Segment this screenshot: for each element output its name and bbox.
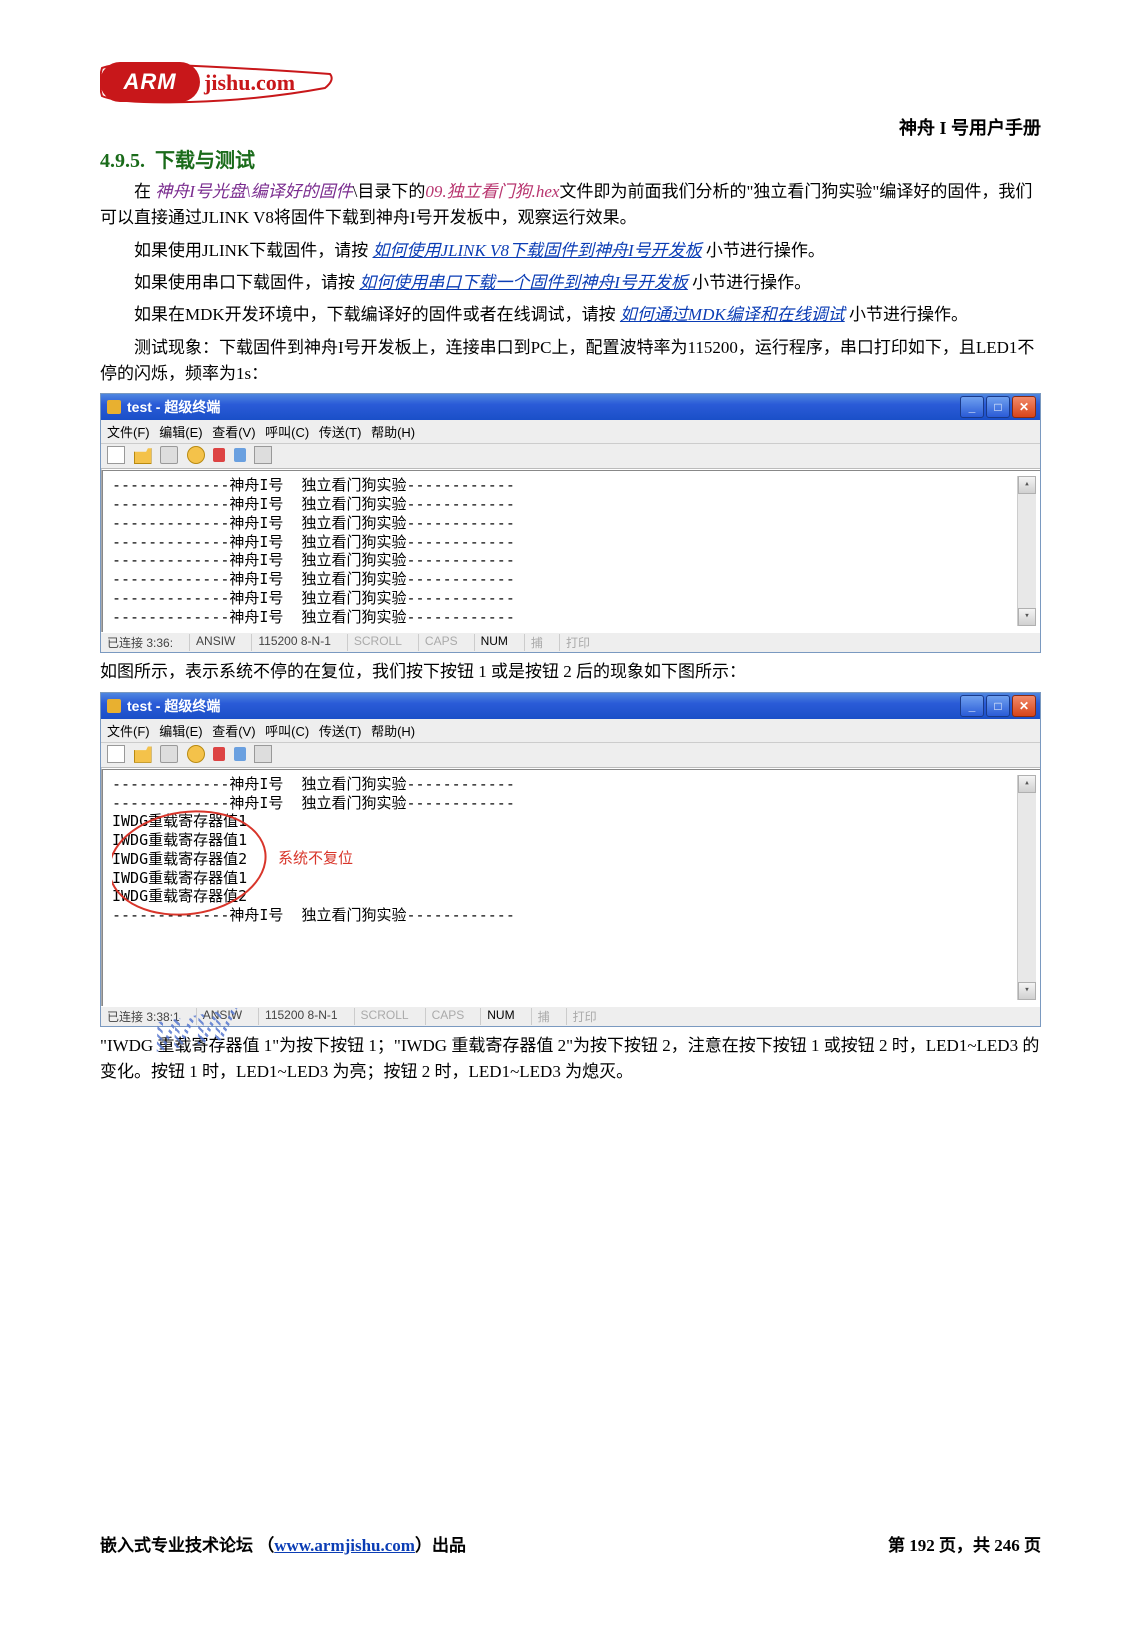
status-caps: CAPS (425, 1008, 471, 1025)
footer-link[interactable]: www.armjishu.com (274, 1536, 415, 1555)
status-encoding: ANSIW (189, 634, 241, 651)
app-icon (107, 699, 121, 713)
disconnect-icon[interactable] (213, 747, 225, 761)
menubar[interactable]: 文件(F) 编辑(E) 查看(V) 呼叫(C) 传送(T) 帮助(H) (101, 420, 1040, 444)
status-baud: 115200 8-N-1 (251, 634, 337, 651)
terminal-window-1: test - 超级终端 _ □ ✕ 文件(F) 编辑(E) 查看(V) 呼叫(C… (100, 393, 1041, 653)
section-number: 4.9.5. (100, 150, 145, 172)
logo-badge: ARM (100, 62, 200, 102)
open-icon[interactable] (134, 745, 152, 763)
connect-icon[interactable] (187, 446, 205, 464)
menu-view[interactable]: 查看(V) (212, 425, 255, 440)
menu-transfer[interactable]: 传送(T) (319, 425, 362, 440)
manual-title: 神舟 I 号用户手册 (100, 114, 1041, 140)
scroll-up-icon[interactable]: ▴ (1018, 476, 1036, 494)
toolbar (101, 743, 1040, 768)
link-serial[interactable]: 如何使用串口下载一个固件到神舟I号开发板 (359, 273, 688, 292)
status-connection: 已连接 3:36: (107, 634, 179, 651)
app-icon (107, 400, 121, 414)
menubar[interactable]: 文件(F) 编辑(E) 查看(V) 呼叫(C) 传送(T) 帮助(H) (101, 719, 1040, 743)
window-title: test - 超级终端 (127, 696, 220, 716)
close-button[interactable]: ✕ (1012, 695, 1036, 717)
terminal-window-2: test - 超级终端 _ □ ✕ 文件(F) 编辑(E) 查看(V) 呼叫(C… (100, 692, 1041, 1027)
status-capture: 捕 (531, 1008, 556, 1025)
terminal-output: -------------神舟I号 独立看门狗实验------------ --… (101, 768, 1040, 1006)
link-hex-file: 09.独立看门狗.hex (425, 182, 559, 201)
menu-help[interactable]: 帮助(H) (371, 425, 415, 440)
status-print: 打印 (559, 634, 596, 651)
save-icon[interactable] (160, 446, 178, 464)
properties-icon[interactable] (254, 745, 272, 763)
scrollbar[interactable]: ▴ ▾ (1017, 476, 1036, 626)
footer-left-a: 嵌入式专业技术论坛 （ (100, 1536, 274, 1555)
status-print: 打印 (566, 1008, 603, 1025)
window-title: test - 超级终端 (127, 397, 220, 417)
maximize-button[interactable]: □ (986, 396, 1010, 418)
titlebar[interactable]: test - 超级终端 _ □ ✕ (101, 394, 1040, 420)
footer-page: 第 192 页，共 246 页 (888, 1531, 1041, 1556)
send-icon[interactable] (234, 448, 246, 462)
menu-call[interactable]: 呼叫(C) (265, 724, 309, 739)
footer-left-b: ）出品 (415, 1536, 466, 1555)
logo: ARM jishu.com (100, 60, 1041, 106)
titlebar[interactable]: test - 超级终端 _ □ ✕ (101, 693, 1040, 719)
paragraph-mid: 如图所示，表示系统不停的在复位，我们按下按钮 1 或是按钮 2 后的现象如下图所… (100, 659, 1041, 685)
annotation-text: 系统不复位 (278, 849, 353, 868)
menu-view[interactable]: 查看(V) (212, 724, 255, 739)
new-icon[interactable] (107, 446, 125, 464)
section-title: 下载与测试 (155, 150, 255, 172)
scroll-up-icon[interactable]: ▴ (1018, 775, 1036, 793)
menu-file[interactable]: 文件(F) (107, 425, 150, 440)
status-num: NUM (480, 1008, 520, 1025)
link-mdk[interactable]: 如何通过MDK编译和在线调试 (620, 305, 845, 324)
menu-help[interactable]: 帮助(H) (371, 724, 415, 739)
status-caps: CAPS (418, 634, 464, 651)
menu-edit[interactable]: 编辑(E) (159, 425, 202, 440)
status-num: NUM (474, 634, 514, 651)
disconnect-icon[interactable] (213, 448, 225, 462)
toolbar (101, 444, 1040, 469)
paragraph-3: 如果使用串口下载固件，请按 如何使用串口下载一个固件到神舟I号开发板 小节进行操… (100, 270, 1041, 296)
maximize-button[interactable]: □ (986, 695, 1010, 717)
paragraph-2: 如果使用JLINK下载固件，请按 如何使用JLINK V8下载固件到神舟I号开发… (100, 238, 1041, 264)
scroll-down-icon[interactable]: ▾ (1018, 608, 1036, 626)
footer: 嵌入式专业技术论坛 （www.armjishu.com）出品 第 192 页，共… (100, 1531, 1041, 1556)
minimize-button[interactable]: _ (960, 695, 984, 717)
scroll-down-icon[interactable]: ▾ (1018, 982, 1036, 1000)
menu-edit[interactable]: 编辑(E) (159, 724, 202, 739)
paragraph-1: 在 神舟I号光盘\编译好的固件\目录下的09.独立看门狗.hex文件即为前面我们… (100, 179, 1041, 232)
save-icon[interactable] (160, 745, 178, 763)
menu-file[interactable]: 文件(F) (107, 724, 150, 739)
paragraph-4: 如果在MDK开发环境中，下载编译好的固件或者在线调试，请按 如何通过MDK编译和… (100, 302, 1041, 328)
menu-transfer[interactable]: 传送(T) (319, 724, 362, 739)
logo-suffix: jishu.com (204, 70, 295, 96)
minimize-button[interactable]: _ (960, 396, 984, 418)
menu-call[interactable]: 呼叫(C) (265, 425, 309, 440)
link-jlink[interactable]: 如何使用JLINK V8下载固件到神舟I号开发板 (372, 241, 701, 260)
open-icon[interactable] (134, 446, 152, 464)
statusbar: 已连接 3:36: ANSIW 115200 8-N-1 SCROLL CAPS… (101, 632, 1040, 652)
connect-icon[interactable] (187, 745, 205, 763)
close-button[interactable]: ✕ (1012, 396, 1036, 418)
terminal-output: -------------神舟I号 独立看门狗实验------------ --… (101, 469, 1040, 632)
status-capture: 捕 (524, 634, 549, 651)
new-icon[interactable] (107, 745, 125, 763)
link-cd-path: 神舟I号光盘\编译好的固件 (155, 182, 352, 201)
paragraph-5: 测试现象：下载固件到神舟I号开发板上，连接串口到PC上，配置波特率为115200… (100, 335, 1041, 388)
scrollbar[interactable]: ▴ ▾ (1017, 775, 1036, 1000)
properties-icon[interactable] (254, 446, 272, 464)
send-icon[interactable] (234, 747, 246, 761)
status-scroll: SCROLL (347, 634, 408, 651)
status-scroll: SCROLL (354, 1008, 415, 1025)
